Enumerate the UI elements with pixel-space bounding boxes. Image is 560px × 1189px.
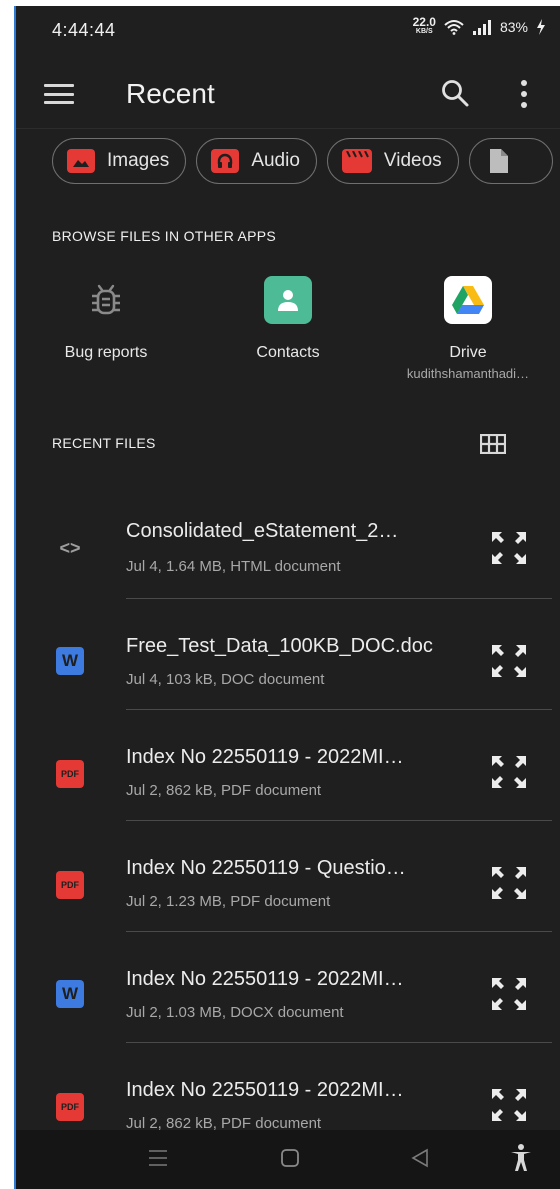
expand-icon[interactable] — [490, 530, 528, 566]
search-icon[interactable] — [440, 78, 470, 108]
accessibility-icon[interactable] — [510, 1144, 532, 1172]
file-row[interactable]: W Index No 22550119 - 2022MI… Jul 2, 1.0… — [16, 930, 560, 1043]
app-bar-divider — [16, 128, 560, 129]
app-window: 4:44:44 22.0 KB/S 83% Recent Images Audi… — [14, 6, 560, 1189]
app-contacts[interactable]: Contacts — [208, 276, 368, 362]
file-name: Index No 22550119 - 2022MI… — [126, 1079, 404, 1101]
file-name: Consolidated_eStatement_2… — [126, 520, 399, 542]
home-icon[interactable] — [280, 1148, 300, 1168]
contacts-icon — [264, 276, 312, 324]
back-icon[interactable] — [410, 1148, 430, 1168]
headphones-icon — [211, 149, 240, 173]
file-row[interactable]: <> Consolidated_eStatement_2… Jul 4, 1.6… — [16, 486, 560, 599]
image-icon — [67, 149, 95, 173]
file-name: Free_Test_Data_100KB_DOC.doc — [126, 635, 433, 657]
status-icons: 22.0 KB/S 83% — [412, 15, 546, 36]
expand-icon[interactable] — [490, 865, 528, 901]
battery-level: 83% — [499, 19, 528, 35]
category-chips: Images Audio Videos — [52, 138, 553, 188]
expand-icon[interactable] — [490, 643, 528, 679]
network-speed-unit: KB/S — [415, 28, 433, 35]
network-speed: 22.0 KB/S — [412, 15, 436, 36]
bug-icon — [82, 276, 130, 324]
chip-audio[interactable]: Audio — [196, 138, 317, 184]
app-drive[interactable]: Drive kudithshamanthadi… — [388, 276, 548, 381]
grid-view-icon[interactable] — [480, 434, 506, 454]
more-vertical-icon[interactable] — [520, 80, 528, 108]
pdf-file-icon: PDF — [56, 1093, 84, 1121]
file-name: Index No 22550119 - 2022MI… — [126, 746, 404, 768]
chip-documents[interactable] — [468, 138, 553, 184]
network-speed-value: 22.0 — [412, 15, 436, 29]
hamburger-menu-icon[interactable] — [44, 84, 74, 104]
recents-icon[interactable] — [148, 1148, 168, 1168]
app-label: Bug reports — [64, 344, 148, 361]
expand-icon[interactable] — [490, 1087, 528, 1123]
wifi-icon — [444, 20, 464, 35]
app-account: kudithshamanthadi… — [406, 366, 530, 381]
file-name: Index No 22550119 - Questio… — [126, 857, 406, 879]
chip-label: Audio — [251, 150, 300, 171]
pdf-file-icon: PDF — [56, 760, 84, 788]
page-title: Recent — [126, 78, 215, 109]
file-meta: Jul 4, 103 kB, DOC document — [126, 671, 325, 688]
expand-icon[interactable] — [490, 754, 528, 790]
file-meta: Jul 4, 1.64 MB, HTML document — [126, 558, 341, 575]
status-time: 4:44:44 — [52, 20, 116, 40]
other-apps: Bug reports Contacts Drive kudithshamant… — [16, 276, 560, 396]
file-name: Index No 22550119 - 2022MI… — [126, 968, 404, 990]
document-icon — [484, 149, 512, 173]
file-meta: Jul 2, 1.03 MB, DOCX document — [126, 1004, 344, 1021]
app-bar: Recent — [16, 58, 560, 130]
chip-videos[interactable]: Videos — [326, 138, 459, 184]
google-drive-icon — [444, 276, 492, 324]
file-meta: Jul 2, 1.23 MB, PDF document — [126, 893, 331, 910]
app-label: Contacts — [256, 344, 320, 361]
chip-images[interactable]: Images — [52, 138, 187, 184]
file-row[interactable]: W Free_Test_Data_100KB_DOC.doc Jul 4, 10… — [16, 597, 560, 710]
word-file-icon: W — [56, 980, 84, 1008]
file-row[interactable]: PDF Index No 22550119 - 2022MI… Jul 2, 8… — [16, 708, 560, 821]
status-bar: 4:44:44 22.0 KB/S 83% — [16, 6, 560, 54]
chip-label: Images — [107, 150, 170, 171]
code-file-icon: <> — [59, 537, 81, 558]
word-file-icon: W — [56, 647, 84, 675]
charging-icon — [537, 19, 545, 35]
signal-icon — [472, 20, 491, 35]
pdf-file-icon: PDF — [56, 871, 84, 899]
system-nav-bar — [16, 1130, 560, 1189]
app-bug-reports[interactable]: Bug reports — [26, 276, 186, 362]
recent-section-title: RECENT FILES — [52, 435, 156, 451]
chip-label: Videos — [383, 150, 442, 171]
app-label: Drive — [449, 344, 487, 361]
file-meta: Jul 2, 862 kB, PDF document — [126, 782, 322, 799]
expand-icon[interactable] — [490, 976, 528, 1012]
browse-section-title: BROWSE FILES IN OTHER APPS — [52, 228, 277, 244]
clapperboard-icon — [341, 149, 372, 173]
file-row[interactable]: PDF Index No 22550119 - Questio… Jul 2, … — [16, 819, 560, 932]
